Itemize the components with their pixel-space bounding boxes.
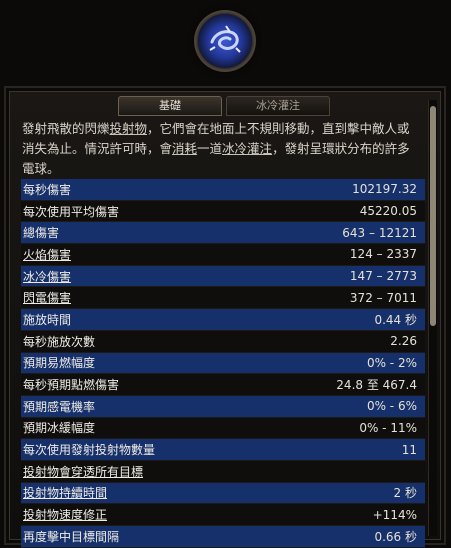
projectile-keyword: 投射物 (109, 121, 148, 136)
stats-table: 每秒傷害 102197.32 每次使用平均傷害 45220.05 總傷害 643 – … (21, 179, 425, 548)
tab-cold-infusion[interactable]: 冰冷灌注 (226, 96, 330, 116)
table-row: 投射物速度修正 +114% (21, 504, 425, 526)
table-row: 每次使用發射投射物數量 11 (21, 439, 425, 461)
table-row: 每秒預期點燃傷害 24.8 至 467.4 (21, 374, 425, 396)
skill-emblem-icon (196, 12, 254, 70)
table-row: 投射物會穿透所有目標 (21, 460, 425, 483)
table-row: 預期冰緩幅度 0% - 11% (21, 417, 425, 440)
table-row: 冰冷傷害 147 – 2773 (21, 265, 425, 288)
skill-description: 發射飛散的閃爍投射物，它們會在地面上不規則移動，直到擊中敵人或 消失為止。情況許… (22, 121, 410, 176)
tab-basic[interactable]: 基礎 (118, 96, 222, 116)
cold-infusion-keyword: 冰冷灌注 (222, 141, 273, 156)
table-row: 預期易燃幅度 0% - 2% (21, 352, 425, 375)
scrollbar-thumb[interactable] (430, 106, 436, 326)
tab-bar: 基礎 冰冷灌注 (118, 96, 330, 118)
table-row: 總傷害 643 – 12121 (21, 222, 425, 245)
table-row: 投射物持續時間 2 秒 (21, 482, 425, 505)
table-row: 再度擊中目標間隔 0.66 秒 (21, 526, 425, 548)
table-row: 每秒施放次數 2.26 (21, 330, 425, 353)
table-row: 閃電傷害 372 – 7011 (21, 287, 425, 310)
table-row: 火焰傷害 124 – 2337 (21, 244, 425, 266)
table-row: 預期感電機率 0% - 6% (21, 395, 425, 418)
spark-icon (209, 25, 241, 53)
table-row: 每次使用平均傷害 45220.05 (21, 200, 425, 223)
table-row: 每秒傷害 102197.32 (21, 179, 425, 201)
table-row: 施放時間 0.44 秒 (21, 309, 425, 331)
consume-keyword: 消耗 (172, 141, 198, 156)
scrollbar[interactable] (428, 100, 437, 536)
